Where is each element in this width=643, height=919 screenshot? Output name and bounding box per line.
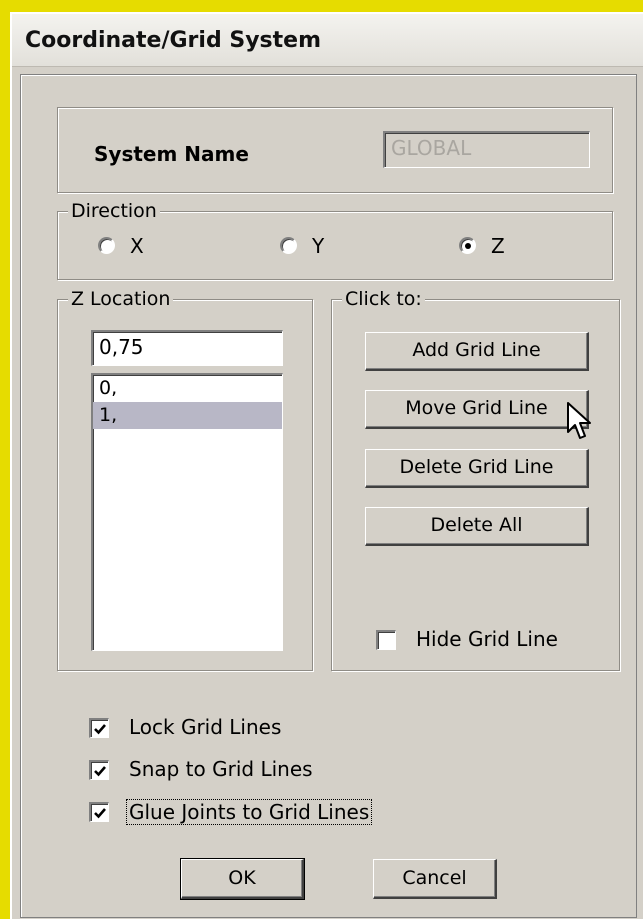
click-to-group: Click to: Add Grid Line Move Grid Line D… xyxy=(331,287,620,671)
snap-grid-lines-option[interactable]: Snap to Grid Lines xyxy=(89,757,369,785)
glue-joints-option[interactable]: Glue Joints to Grid Lines xyxy=(89,799,409,827)
check-icon xyxy=(94,724,106,735)
hide-grid-line-checkbox[interactable] xyxy=(376,630,396,650)
add-grid-line-button[interactable]: Add Grid Line xyxy=(365,332,589,371)
snap-grid-lines-checkbox[interactable] xyxy=(89,760,109,780)
delete-grid-line-button[interactable]: Delete Grid Line xyxy=(365,449,589,488)
location-legend: Z Location xyxy=(68,287,174,311)
location-group: Z Location 0,75 0, 1, xyxy=(57,287,313,671)
radio-x[interactable] xyxy=(98,237,115,254)
title-bar[interactable]: Coordinate/Grid System xyxy=(12,14,643,67)
radio-selected-dot xyxy=(465,243,471,249)
system-name-label: System Name xyxy=(94,142,249,166)
direction-y-label: Y xyxy=(312,234,325,258)
direction-option-x[interactable]: X xyxy=(98,234,178,260)
direction-group: Direction X Y Z xyxy=(57,199,613,280)
system-name-group: System Name GLOBAL xyxy=(57,107,613,193)
move-grid-line-button[interactable]: Move Grid Line xyxy=(365,390,589,429)
direction-option-z[interactable]: Z xyxy=(459,234,539,260)
lock-grid-lines-label: Lock Grid Lines xyxy=(129,715,282,739)
direction-x-label: X xyxy=(130,234,144,258)
click-to-legend: Click to: xyxy=(342,287,425,311)
direction-option-y[interactable]: Y xyxy=(280,234,360,260)
grid-line-list[interactable]: 0, 1, xyxy=(91,373,283,651)
system-name-field[interactable]: GLOBAL xyxy=(383,131,590,168)
ok-button[interactable]: OK xyxy=(180,858,305,900)
check-icon xyxy=(94,808,106,819)
direction-z-label: Z xyxy=(491,234,505,258)
dialog-body: System Name GLOBAL Direction X Y Z Z Loc… xyxy=(20,74,637,918)
list-item[interactable]: 0, xyxy=(93,375,282,402)
window-title: Coordinate/Grid System xyxy=(25,28,321,53)
list-item-selected[interactable]: 1, xyxy=(93,402,282,429)
delete-all-button[interactable]: Delete All xyxy=(365,507,589,546)
cancel-button[interactable]: Cancel xyxy=(373,859,497,899)
radio-y[interactable] xyxy=(280,237,297,254)
hide-grid-line-label: Hide Grid Line xyxy=(416,627,558,651)
direction-legend: Direction xyxy=(68,199,160,223)
radio-z[interactable] xyxy=(459,237,476,254)
glue-joints-label: Glue Joints to Grid Lines xyxy=(126,799,373,825)
snap-grid-lines-label: Snap to Grid Lines xyxy=(129,757,313,781)
check-icon xyxy=(94,766,106,777)
hide-grid-line-option[interactable]: Hide Grid Line xyxy=(376,627,596,655)
mouse-cursor-icon xyxy=(567,402,591,439)
coordinate-grid-dialog: Coordinate/Grid System System Name GLOBA… xyxy=(10,12,643,919)
location-input[interactable]: 0,75 xyxy=(91,330,283,366)
lock-grid-lines-option[interactable]: Lock Grid Lines xyxy=(89,715,349,743)
glue-joints-checkbox[interactable] xyxy=(89,802,109,822)
lock-grid-lines-checkbox[interactable] xyxy=(89,718,109,738)
